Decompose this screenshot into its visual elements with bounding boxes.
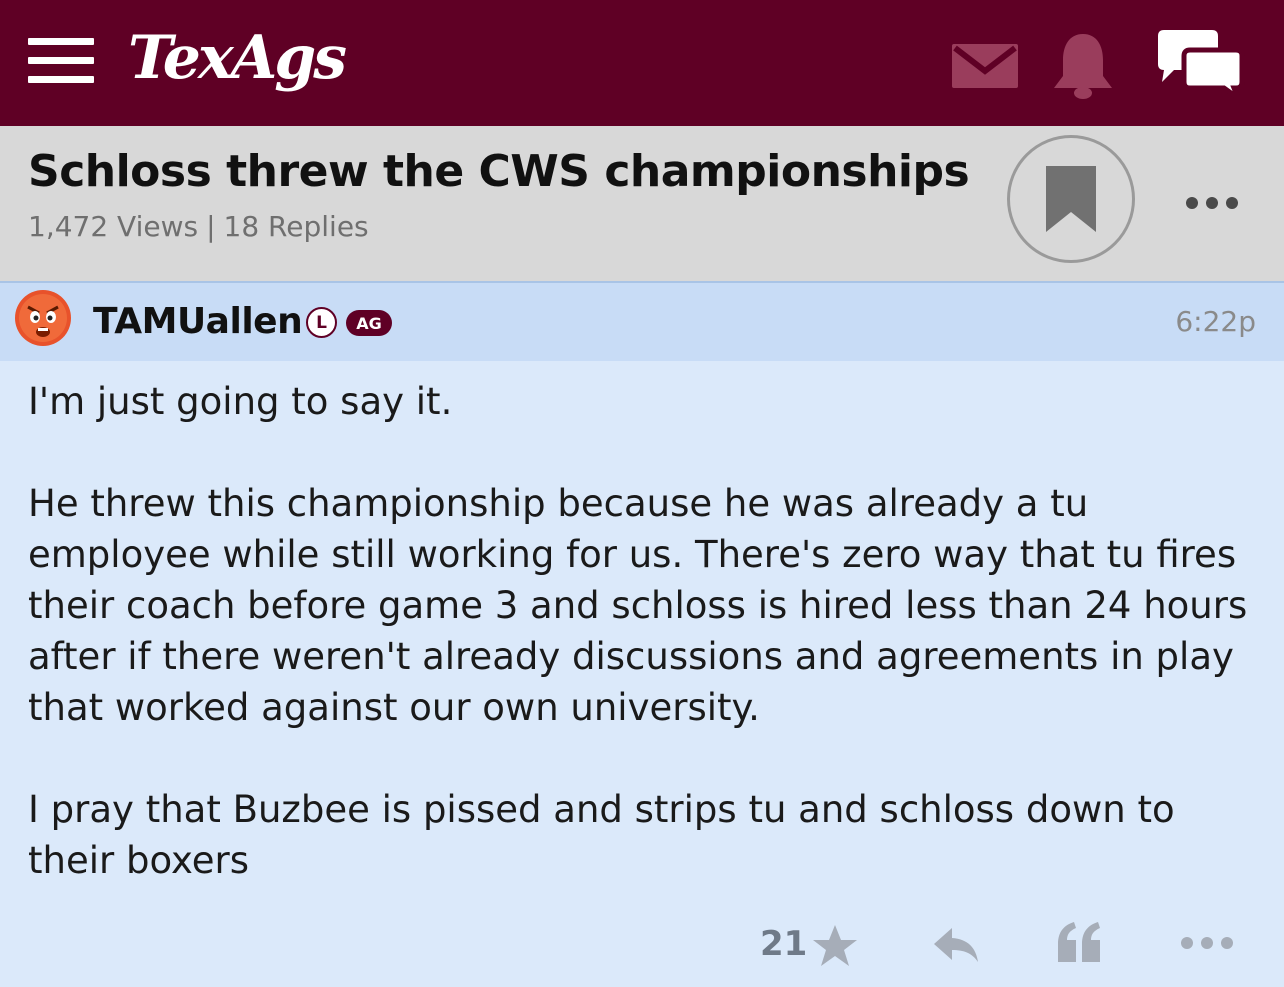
quote-button[interactable] [1056,922,1102,966]
post-actions: 21 [0,910,1284,980]
more-horizontal-icon [1181,937,1233,949]
post-time: 6:22p [1175,305,1256,338]
star-icon [813,925,857,966]
replies-count: 18 Replies [223,210,369,243]
post-paragraph: I pray that Buzbee is pissed and strips … [28,788,1175,882]
avatar[interactable] [14,289,72,347]
star-count: 21 [760,924,808,964]
bookmark-icon [1046,166,1096,232]
bookmark-button[interactable] [1007,135,1135,263]
quote-icon [1058,922,1100,962]
meta-separator: | [206,210,216,243]
thread-title-bar: Schloss threw the CWS championships 1,47… [0,126,1284,283]
thread-stats: 1,472 Views | 18 Replies [28,210,369,243]
reply-arrow-icon [934,928,978,962]
post-more-button[interactable] [1180,932,1234,958]
post-body: I'm just going to say it. He threw this … [28,376,1258,886]
post-paragraph: He threw this championship because he wa… [28,482,1248,729]
top-app-bar: TexAgs [0,0,1284,126]
ag-badge: AG [346,310,392,336]
thread-more-button[interactable] [1184,188,1240,218]
envelope-icon[interactable] [952,44,1018,88]
hamburger-menu-icon[interactable] [28,38,94,84]
star-button[interactable] [812,924,858,972]
username[interactable]: TAMUallen [93,301,303,342]
views-count: 1,472 Views [28,210,199,243]
more-horizontal-icon [1186,197,1238,209]
reply-button[interactable] [932,926,980,968]
post-paragraph: I'm just going to say it. [28,380,453,423]
texags-logo[interactable]: TexAgs [128,28,347,88]
chat-bubbles-icon[interactable] [1156,28,1246,98]
lifetime-badge: L [306,307,337,338]
bell-icon[interactable] [1050,32,1116,100]
post-header: TAMUallen L AG 6:22p [0,283,1284,361]
angry-face-icon [15,290,71,346]
thread-title[interactable]: Schloss threw the CWS championships [28,146,970,197]
